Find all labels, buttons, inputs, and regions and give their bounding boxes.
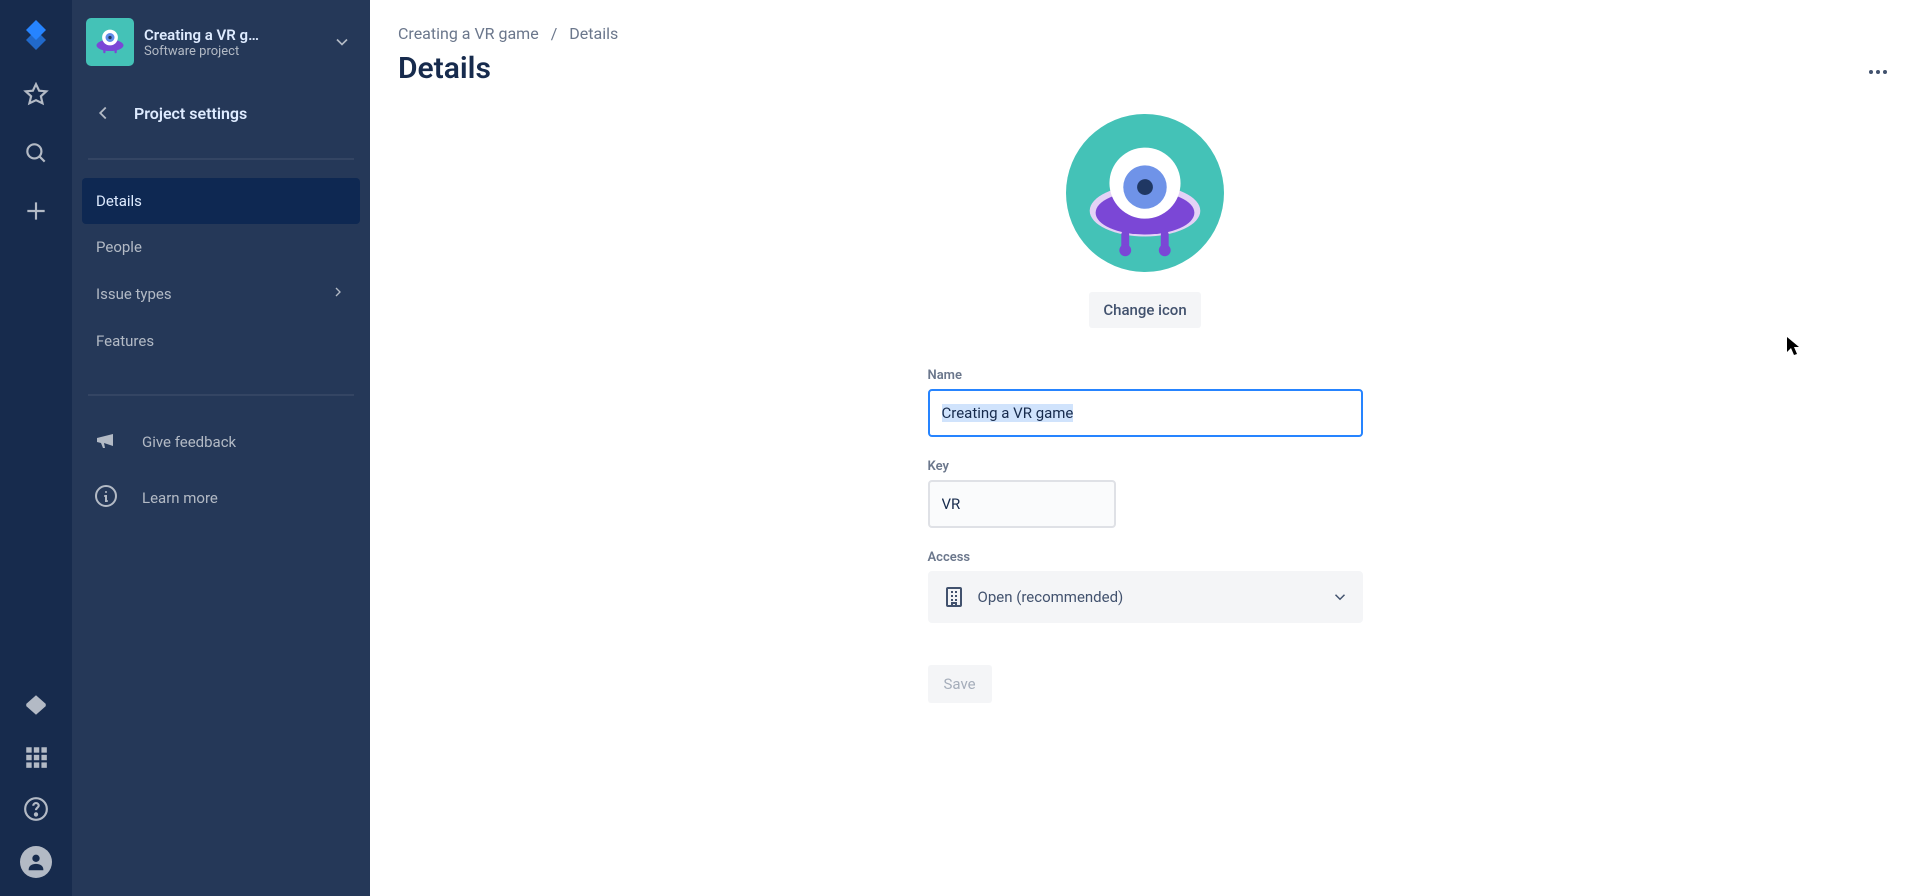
project-name: Creating a VR g… [144,26,322,44]
project-type: Software project [144,44,322,59]
project-avatar-large [1066,114,1224,272]
star-icon[interactable] [21,80,51,110]
name-input-value: Creating a VR game [942,404,1074,422]
nav-item-label: Details [96,192,142,210]
chevron-down-icon [1331,588,1349,606]
name-input[interactable]: Creating a VR game [928,389,1363,437]
nav-details[interactable]: Details [82,178,360,224]
cursor-icon [1786,336,1800,356]
more-menu-button[interactable] [1864,58,1892,86]
back-to-project-link[interactable]: Project settings [82,92,360,134]
settings-back-label: Project settings [134,104,247,123]
info-icon [94,484,118,512]
divider [88,158,354,160]
save-button[interactable]: Save [928,665,992,703]
change-icon-button[interactable]: Change icon [1089,292,1200,328]
arrow-right-icon [330,284,346,304]
give-feedback-link[interactable]: Give feedback [82,414,360,470]
building-icon [942,585,966,609]
nav-item-label: Features [96,332,154,350]
search-icon[interactable] [21,138,51,168]
learn-label: Learn more [142,489,218,507]
nav-item-label: Issue types [96,285,172,303]
page-title: Details [398,51,1892,86]
feedback-label: Give feedback [142,433,236,451]
global-nav-rail [0,0,72,896]
name-label: Name [928,368,1363,383]
help-icon[interactable] [21,794,51,824]
project-avatar-icon [86,18,134,66]
jira-logo-icon[interactable] [20,20,52,52]
access-label: Access [928,550,1363,565]
nav-issue-types[interactable]: Issue types [82,270,360,318]
access-value: Open (recommended) [978,588,1319,606]
notification-tag-icon[interactable] [21,690,51,720]
breadcrumb: Creating a VR game / Details [398,24,1892,43]
breadcrumb-project[interactable]: Creating a VR game [398,24,539,43]
nav-item-label: People [96,238,142,256]
nav-people[interactable]: People [82,224,360,270]
megaphone-icon [94,428,118,456]
key-input[interactable] [928,480,1116,528]
create-icon[interactable] [21,196,51,226]
access-select[interactable]: Open (recommended) [928,571,1363,623]
profile-avatar-icon[interactable] [20,846,52,878]
key-label: Key [928,459,1363,474]
chevron-down-icon [332,32,352,52]
project-switcher[interactable]: Creating a VR g… Software project [82,18,360,66]
breadcrumb-current: Details [569,24,618,43]
nav-features[interactable]: Features [82,318,360,364]
main-content: Creating a VR game / Details Details [370,0,1920,896]
learn-more-link[interactable]: Learn more [82,470,360,526]
apps-icon[interactable] [21,742,51,772]
project-sidebar: Creating a VR g… Software project Projec… [72,0,370,896]
divider [88,394,354,396]
breadcrumb-separator: / [551,24,558,43]
